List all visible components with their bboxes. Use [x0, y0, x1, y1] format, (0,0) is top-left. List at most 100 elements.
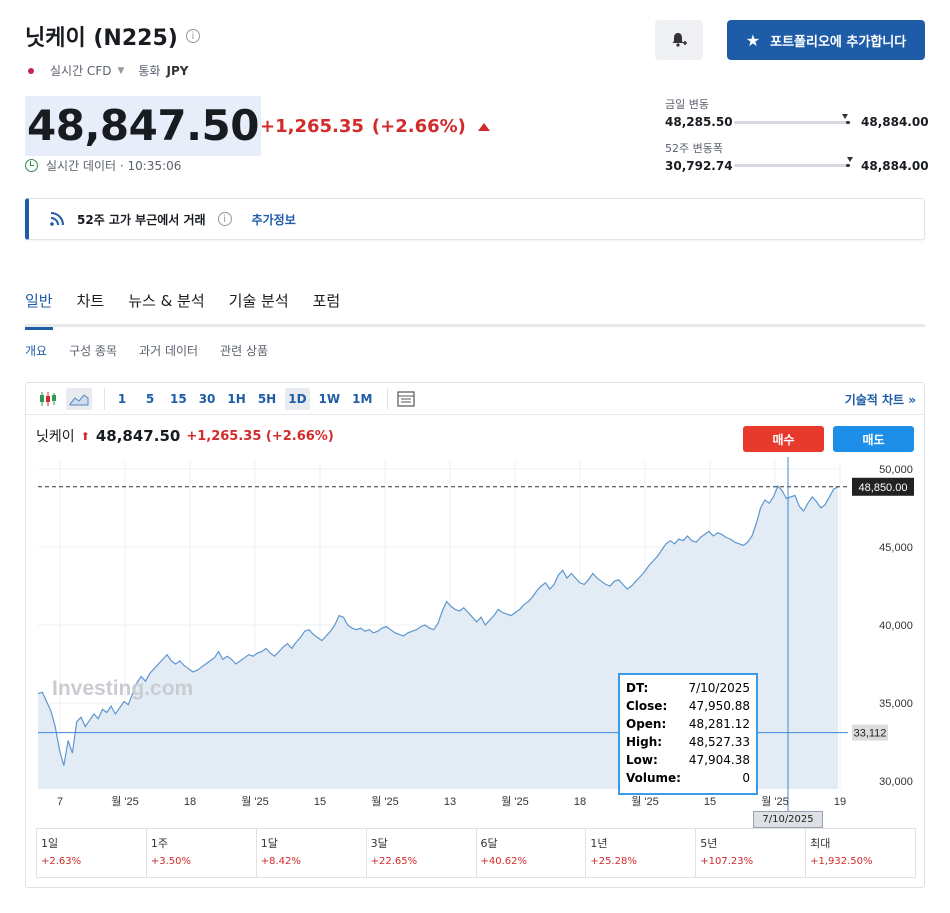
- subtab-historical[interactable]: 과거 데이터: [139, 342, 198, 359]
- x-tick-label: 19: [834, 796, 846, 808]
- tab-technical[interactable]: 기술 분석: [229, 290, 289, 327]
- performance-cell: 1달 +8.42%: [257, 829, 367, 877]
- current-price-label: 48,850.00: [859, 482, 908, 494]
- tooltip-volume: 0: [742, 771, 750, 785]
- day-range-fill: [846, 121, 850, 124]
- tooltip-high: 48,527.33: [688, 735, 750, 749]
- sub-tabs: 개요 구성 종목 과거 데이터 관련 상품: [25, 342, 268, 359]
- performance-period: 5년: [700, 837, 718, 850]
- info-icon[interactable]: i: [185, 29, 200, 43]
- info-icon[interactable]: i: [217, 212, 232, 226]
- bell-plus-icon: [672, 33, 687, 47]
- interval-1h[interactable]: 1H: [224, 388, 248, 410]
- x-tick-label: 월 '25: [111, 795, 139, 808]
- technical-chart-link[interactable]: 기술적 차트 »: [845, 391, 916, 408]
- week52-range-low: 30,792.74: [665, 159, 733, 173]
- performance-value: +8.42%: [260, 856, 301, 867]
- performance-value: +25.28%: [590, 856, 637, 867]
- subtab-summary[interactable]: 개요: [25, 342, 47, 359]
- week52-range-label: 52주 변동폭: [665, 142, 723, 155]
- performance-table: 1일 +2.63% 1주 +3.50% 1달 +8.42% 3달 +22.65% 6달 +40.6…: [36, 828, 916, 878]
- chart-tooltip: DT: 7/10/2025 Close: 47,950.88 Open: 48,281…: [618, 673, 758, 795]
- interval-1d[interactable]: 1D: [285, 387, 310, 410]
- chart-toolbar: 1 5 15 30 1H 5H 1D 1W 1M 기술적 차트 »: [26, 383, 924, 415]
- toolbar-divider: [387, 387, 389, 410]
- x-tick-label: 7: [57, 796, 63, 808]
- crosshair-price-label: 33,112: [854, 728, 887, 740]
- performance-period: 6달: [480, 837, 498, 850]
- performance-value: +3.50%: [150, 856, 192, 867]
- x-tick-label: 15: [704, 796, 716, 808]
- interval-1w[interactable]: 1W: [316, 388, 344, 410]
- chart-header: 닛케이 ⬆ 48,847.50 +1,265.35 (+2.66%): [36, 426, 334, 446]
- interval-1m[interactable]: 1M: [349, 388, 375, 410]
- performance-period: 1일: [41, 837, 59, 850]
- candlestick-icon[interactable]: [36, 388, 60, 410]
- tooltip-key: Open:: [626, 717, 667, 731]
- currency-label: 통화: [138, 64, 161, 78]
- tab-news[interactable]: 뉴스 & 분석: [128, 290, 204, 327]
- chevron-down-icon[interactable]: ▼: [117, 66, 124, 76]
- last-price: 48,847.50: [27, 101, 259, 150]
- instrument-title: 닛케이 (N225) i: [25, 20, 200, 52]
- performance-cell: 5년 +107.23%: [696, 829, 807, 877]
- day-range-marker-icon: [842, 114, 848, 119]
- interval-1[interactable]: 1: [111, 388, 133, 410]
- realtime-text: 실시간 데이터 · 10:35:06: [46, 159, 182, 173]
- interval-5[interactable]: 5: [139, 388, 161, 410]
- subtab-components[interactable]: 구성 종목: [69, 342, 117, 359]
- week52-range-high: 48,884.00: [861, 159, 929, 173]
- change-value: +1,265.35: [260, 116, 364, 137]
- buy-button[interactable]: 매수: [743, 426, 824, 452]
- price-highlight: 48,847.50: [25, 96, 261, 156]
- week52-range-fill: [846, 164, 850, 167]
- table-view-icon[interactable]: [394, 388, 418, 410]
- interval-5h[interactable]: 5H: [255, 388, 279, 410]
- tooltip-low: 47,904.38: [688, 753, 750, 767]
- tooltip-key: DT:: [626, 681, 649, 695]
- x-tick-label: 월 '25: [501, 795, 529, 808]
- tab-chart[interactable]: 차트: [77, 290, 105, 327]
- performance-cell: 1주 +3.50%: [147, 829, 257, 877]
- price-change: +1,265.35 (+2.66%): [260, 116, 490, 137]
- interval-15[interactable]: 15: [167, 388, 190, 410]
- performance-value: +40.62%: [480, 856, 528, 867]
- x-tick-label: 15: [314, 796, 326, 808]
- tooltip-close: 47,950.88: [688, 699, 750, 713]
- main-tabs: 일반 차트 뉴스 & 분석 기술 분석 포럼: [25, 290, 925, 330]
- chart-instrument-name: 닛케이: [36, 429, 75, 445]
- change-percent: (+2.66%): [371, 116, 466, 137]
- tooltip-key: Volume:: [626, 771, 681, 785]
- currency-value: JPY: [166, 63, 189, 78]
- performance-period: 3달: [370, 837, 388, 850]
- price-chart[interactable]: 50,000 45,000 40,000 35,000 30,000 Investing.…: [26, 457, 924, 817]
- notice-more-link[interactable]: 추가정보: [252, 211, 296, 228]
- interval-30[interactable]: 30: [196, 388, 219, 410]
- y-tick-label: 50,000: [879, 464, 913, 476]
- x-tick-label: 월 '25: [631, 795, 659, 808]
- tab-forum[interactable]: 포럼: [313, 290, 341, 327]
- tooltip-key: High:: [626, 735, 663, 749]
- alert-button[interactable]: [655, 20, 703, 60]
- instrument-type[interactable]: 실시간 CFD: [50, 62, 111, 79]
- week52-range-bar: [734, 157, 853, 167]
- x-tick-label: 월 '25: [371, 795, 399, 808]
- x-tick-label: 13: [444, 796, 456, 808]
- performance-value: +1,932.50%: [810, 856, 873, 867]
- area-chart-icon[interactable]: [66, 387, 92, 410]
- status-dot-icon: [28, 67, 34, 74]
- watermark-logo: Investing.com: [52, 677, 193, 700]
- add-to-portfolio-button[interactable]: ★ 포트폴리오에 추가합니다: [727, 20, 925, 60]
- performance-cell: 1년 +25.28%: [586, 829, 697, 877]
- tab-overview[interactable]: 일반: [25, 290, 53, 330]
- y-tick-label: 45,000: [879, 542, 913, 554]
- day-range-high: 48,884.00: [861, 115, 929, 129]
- subtab-related[interactable]: 관련 상품: [220, 342, 268, 359]
- x-tick-label: 18: [184, 796, 196, 808]
- performance-cell: 3달 +22.65%: [367, 829, 477, 877]
- x-tick-label: 18: [574, 796, 586, 808]
- performance-period: 1달: [260, 837, 278, 850]
- performance-period: 1년: [590, 837, 608, 850]
- realtime-status: 실시간 데이터 · 10:35:06: [25, 157, 181, 174]
- sell-button[interactable]: 매도: [833, 426, 914, 452]
